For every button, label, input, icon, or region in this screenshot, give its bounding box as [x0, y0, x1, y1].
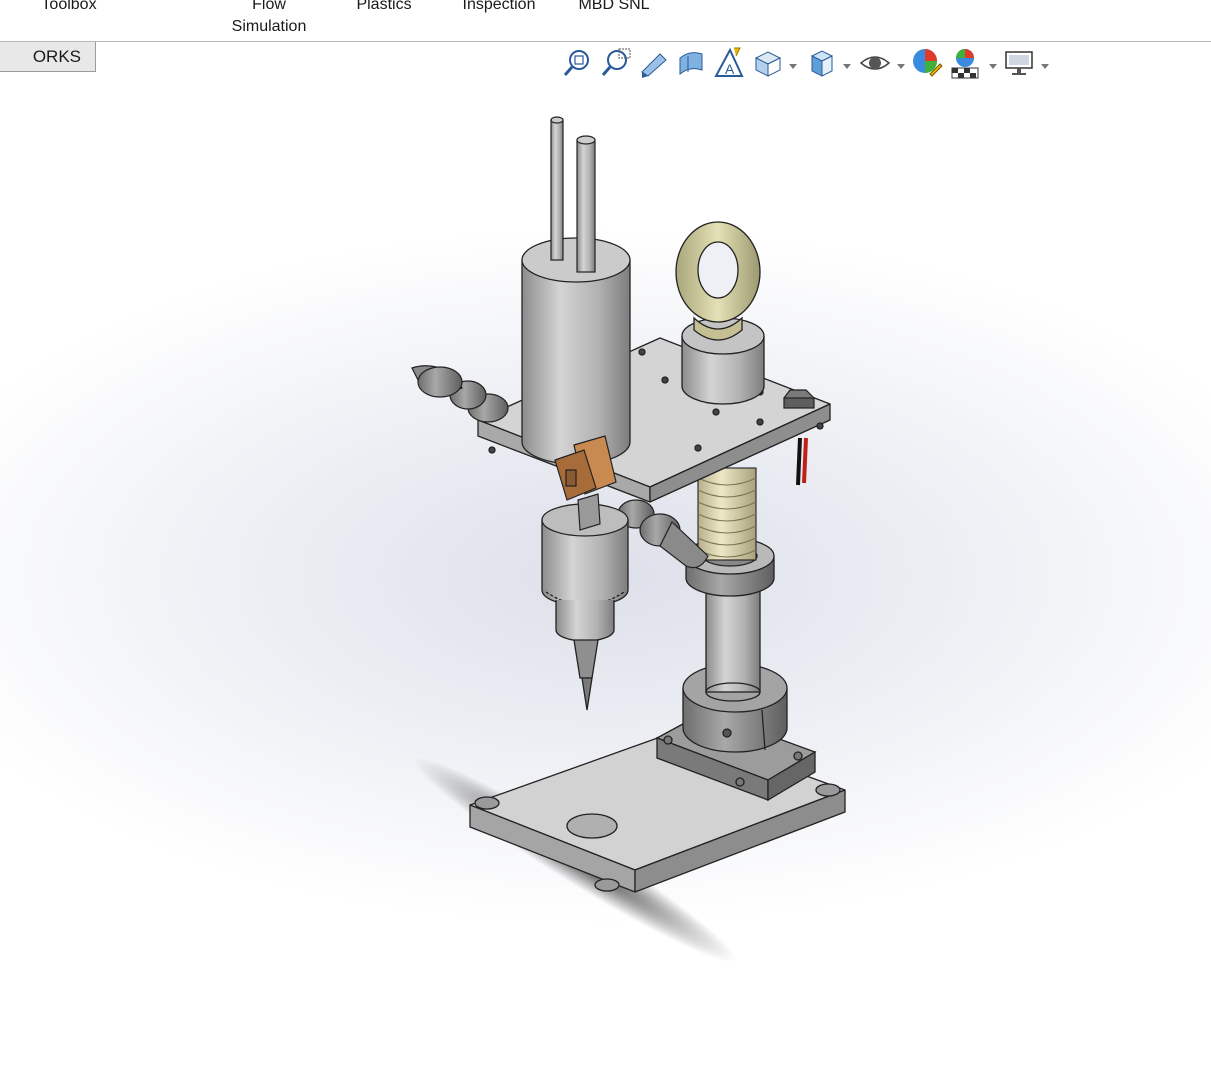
- graphics-area[interactable]: A: [0, 42, 1211, 1069]
- power-wires: [796, 437, 808, 486]
- svg-text:A: A: [725, 61, 735, 77]
- hex-nut[interactable]: [783, 389, 815, 409]
- right-handle[interactable]: [617, 499, 709, 569]
- drill-press-model[interactable]: [0, 42, 1211, 1069]
- tab-toolbox-label: Toolbox: [41, 0, 97, 13]
- solidworks-cam-tab-label: ORKS CAM: [32, 47, 81, 66]
- tab-inspection-label: Inspection: [462, 0, 536, 13]
- dynamic-annotation-views-icon[interactable]: A: [712, 46, 746, 80]
- tab-flow-simulation[interactable]: Flow Simulation: [226, 0, 312, 37]
- section-view-icon[interactable]: [674, 46, 708, 80]
- edit-appearance-icon[interactable]: [910, 46, 944, 80]
- tab-plastics-label: Plastics: [356, 0, 412, 13]
- view-settings-dropdown-icon[interactable]: [1040, 58, 1050, 69]
- view-settings-icon[interactable]: [1002, 46, 1036, 80]
- apply-scene-icon[interactable]: [948, 46, 982, 80]
- column[interactable]: [705, 579, 761, 702]
- hide-show-items-icon[interactable]: [858, 46, 892, 80]
- motor[interactable]: [521, 237, 631, 465]
- tab-flow-label-line2: Simulation: [231, 18, 307, 35]
- view-orientation-dropdown-icon[interactable]: [788, 58, 798, 69]
- previous-view-icon[interactable]: [636, 46, 670, 80]
- display-style-dropdown-icon[interactable]: [842, 58, 852, 69]
- tab-toolbox[interactable]: Toolbox: [38, 0, 100, 15]
- view-orientation-icon[interactable]: [750, 46, 784, 80]
- hide-show-dropdown-icon[interactable]: [896, 58, 906, 69]
- tab-flow-label-line1: Flow: [252, 0, 286, 13]
- tab-plastics[interactable]: Plastics: [352, 0, 416, 15]
- command-manager-ribbon: Toolbox Flow Simulation Plastics Inspect…: [0, 0, 1211, 42]
- zoom-to-area-icon[interactable]: [598, 46, 632, 80]
- tab-mbd-snl[interactable]: MBD SNL: [574, 0, 654, 15]
- apply-scene-dropdown-icon[interactable]: [988, 58, 998, 69]
- left-handle[interactable]: [411, 365, 509, 423]
- display-style-icon[interactable]: [804, 46, 838, 80]
- zoom-to-fit-icon[interactable]: [560, 46, 594, 80]
- tab-mbd-snl-label: MBD SNL: [578, 0, 650, 13]
- spring: [697, 467, 757, 561]
- drill-chuck[interactable]: [541, 503, 629, 711]
- solidworks-cam-tab[interactable]: ORKS CAM: [0, 42, 96, 72]
- tab-inspection[interactable]: Inspection: [456, 0, 542, 15]
